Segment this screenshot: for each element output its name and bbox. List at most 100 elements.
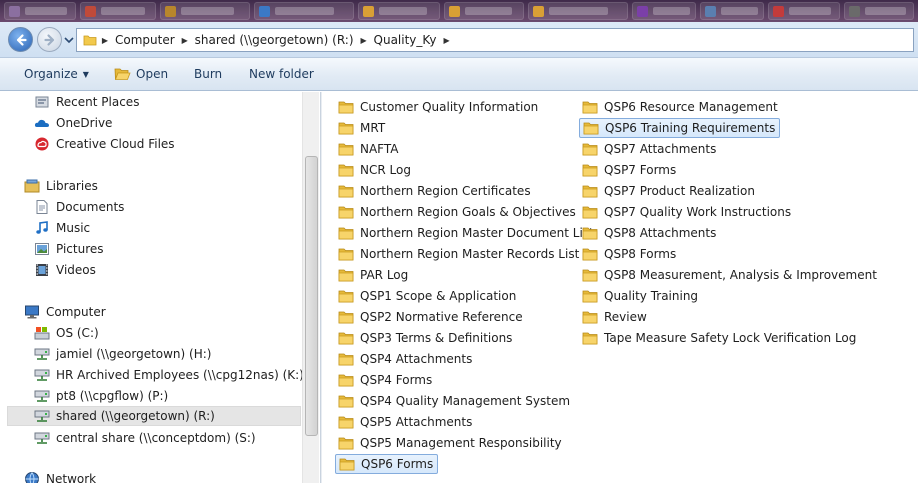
- folder-name: Northern Region Certificates: [360, 184, 531, 198]
- folder-item[interactable]: QSP6 Resource Management: [579, 97, 782, 117]
- folder-name: QSP7 Quality Work Instructions: [604, 205, 792, 219]
- nav-item-drive-p[interactable]: pt8 (\\cpgflow) (P:): [34, 386, 168, 406]
- folder-item[interactable]: QSP7 Forms: [579, 160, 680, 180]
- nav-item-recent-places[interactable]: Recent Places: [34, 92, 139, 112]
- breadcrumb-item[interactable]: Quality_Ky: [372, 33, 439, 47]
- nav-item-onedrive[interactable]: OneDrive: [34, 113, 112, 133]
- folder-item[interactable]: QSP2 Normative Reference: [335, 307, 527, 327]
- navigation-scrollbar[interactable]: [302, 92, 319, 483]
- address-input[interactable]: ▶ Computer ▶ shared (\\georgetown) (R:) …: [76, 28, 914, 52]
- breadcrumb-separator-icon[interactable]: ▶: [439, 36, 455, 45]
- network-drive-icon: [34, 369, 50, 381]
- nav-item-drive-s[interactable]: central share (\\conceptdom) (S:): [34, 428, 256, 448]
- nav-item-music[interactable]: Music: [34, 218, 90, 238]
- back-button[interactable]: [8, 27, 33, 52]
- nav-item-documents[interactable]: Documents: [34, 197, 124, 217]
- recent-pages-chevron-icon[interactable]: [64, 36, 74, 44]
- folder-item[interactable]: QSP1 Scope & Application: [335, 286, 520, 306]
- nav-item-creative-cloud[interactable]: Creative Cloud Files: [34, 134, 175, 154]
- nav-item-drive-r[interactable]: shared (\\georgetown) (R:): [7, 406, 301, 426]
- folder-item[interactable]: QSP6 Training Requirements: [579, 118, 781, 138]
- folder-name: Customer Quality Information: [360, 100, 539, 114]
- scrollbar-thumb[interactable]: [305, 156, 318, 436]
- folder-item[interactable]: QSP4 Quality Management System: [335, 391, 574, 411]
- folder-name: NCR Log: [360, 163, 411, 177]
- breadcrumb-item[interactable]: shared (\\georgetown) (R:): [193, 33, 356, 47]
- folder-name: QSP3 Terms & Definitions: [360, 331, 513, 345]
- folder-name: QSP4 Forms: [360, 373, 433, 387]
- folder-name: QSP2 Normative Reference: [360, 310, 523, 324]
- folder-item[interactable]: QSP3 Terms & Definitions: [335, 328, 516, 348]
- onedrive-icon: [34, 119, 49, 127]
- new-folder-button[interactable]: New folder: [249, 67, 314, 81]
- folder-name: PAR Log: [360, 268, 409, 282]
- breadcrumb-separator-icon[interactable]: ▶: [97, 36, 113, 45]
- nav-item-drive-h[interactable]: jamiel (\\georgetown) (H:): [34, 344, 211, 364]
- folder-item[interactable]: QSP8 Attachments: [579, 223, 720, 243]
- folder-item[interactable]: Customer Quality Information: [335, 97, 542, 117]
- folder-item[interactable]: QSP7 Attachments: [579, 139, 720, 159]
- folder-icon: [582, 143, 598, 156]
- file-list: Customer Quality Information MRT NAFTA NCR …: [322, 92, 918, 483]
- burn-button[interactable]: Burn: [194, 67, 222, 81]
- folder-icon: [338, 122, 354, 135]
- folder-item[interactable]: Quality Training: [579, 286, 702, 306]
- breadcrumb-item[interactable]: Computer: [113, 33, 177, 47]
- folder-item[interactable]: QSP4 Forms: [335, 370, 436, 390]
- nav-item-pictures[interactable]: Pictures: [34, 239, 104, 259]
- forward-button[interactable]: [37, 27, 62, 52]
- nav-item-label: Recent Places: [56, 95, 140, 109]
- folder-item[interactable]: QSP7 Quality Work Instructions: [579, 202, 795, 222]
- breadcrumb-separator-icon[interactable]: ▶: [356, 36, 372, 45]
- nav-item-libraries[interactable]: Libraries: [24, 176, 98, 196]
- nav-item-computer[interactable]: Computer: [24, 302, 106, 322]
- open-label: Open: [136, 67, 169, 81]
- nav-item-label: Computer: [46, 305, 106, 319]
- folder-item[interactable]: QSP6 Forms: [335, 454, 439, 474]
- folder-name: QSP5 Management Responsibility: [360, 436, 562, 450]
- open-button[interactable]: Open: [114, 67, 168, 81]
- organize-button[interactable]: Organize ▼: [24, 67, 89, 81]
- breadcrumb-separator-icon[interactable]: ▶: [177, 36, 193, 45]
- blurred-tab: [528, 2, 628, 20]
- folder-item[interactable]: QSP5 Management Responsibility: [335, 433, 566, 453]
- nav-item-label: Creative Cloud Files: [56, 137, 175, 151]
- folder-item[interactable]: QSP5 Attachments: [335, 412, 476, 432]
- videos-icon: [36, 264, 48, 276]
- folder-name: QSP7 Attachments: [604, 142, 717, 156]
- nav-item-label: Network: [46, 472, 97, 483]
- folder-item[interactable]: QSP8 Measurement, Analysis & Improvement: [579, 265, 881, 285]
- network-drive-icon: [34, 348, 50, 360]
- folder-name: QSP4 Attachments: [360, 352, 473, 366]
- folder-icon: [338, 353, 354, 366]
- command-bar: Organize ▼ Open Burn New folder: [0, 58, 918, 91]
- nav-item-label: shared (\\georgetown) (R:): [56, 409, 215, 423]
- open-folder-icon: [114, 68, 131, 80]
- folder-icon: [582, 248, 598, 261]
- dropdown-caret-icon: ▼: [82, 69, 89, 79]
- folder-icon: [339, 458, 355, 471]
- nav-item-drive-k[interactable]: HR Archived Employees (\\cpg12nas) (K:): [34, 365, 304, 385]
- back-arrow-icon: [16, 33, 27, 46]
- nav-item-drive-c[interactable]: OS (C:): [34, 323, 99, 343]
- folder-item[interactable]: MRT: [335, 118, 389, 138]
- folder-item[interactable]: QSP7 Product Realization: [579, 181, 759, 201]
- folder-item[interactable]: QSP4 Attachments: [335, 349, 476, 369]
- folder-item[interactable]: PAR Log: [335, 265, 412, 285]
- folder-icon: [338, 311, 354, 324]
- folder-item[interactable]: QSP8 Forms: [579, 244, 680, 264]
- folder-item[interactable]: NCR Log: [335, 160, 415, 180]
- blurred-tab: [160, 2, 250, 20]
- folder-item[interactable]: Northern Region Master Document List: [335, 223, 598, 243]
- folder-item[interactable]: Northern Region Goals & Objectives: [335, 202, 580, 222]
- folder-item[interactable]: Northern Region Certificates: [335, 181, 535, 201]
- folder-item[interactable]: Tape Measure Safety Lock Verification Lo…: [579, 328, 860, 348]
- nav-item-label: Documents: [56, 200, 125, 214]
- folder-item[interactable]: NAFTA: [335, 139, 402, 159]
- folder-item[interactable]: Northern Region Master Records List: [335, 244, 583, 264]
- folder-icon: [338, 374, 354, 387]
- nav-item-videos[interactable]: Videos: [34, 260, 96, 280]
- nav-item-network[interactable]: Network: [24, 469, 96, 483]
- nav-item-label: HR Archived Employees (\\cpg12nas) (K:): [56, 368, 304, 382]
- folder-item[interactable]: Review: [579, 307, 651, 327]
